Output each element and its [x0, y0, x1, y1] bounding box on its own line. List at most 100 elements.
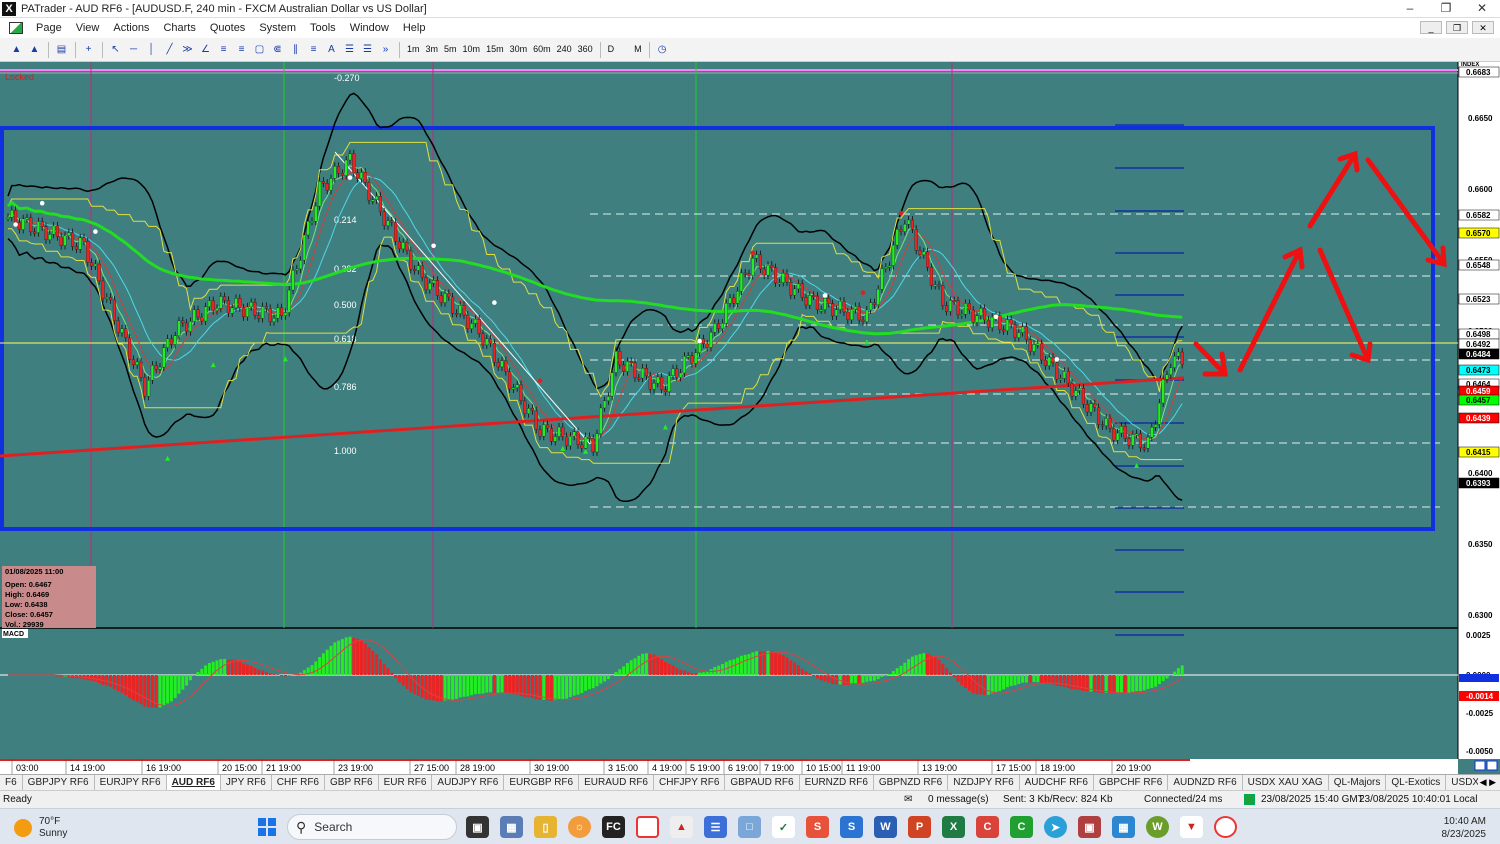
- tf-m[interactable]: M: [631, 41, 645, 58]
- tab-ql-majors[interactable]: QL-Majors: [1329, 775, 1387, 790]
- tab-eurnzd-rf6[interactable]: EURNZD RF6: [800, 775, 874, 790]
- remote-desktop-icon[interactable]: □: [738, 816, 761, 838]
- app-s-red-icon[interactable]: S: [806, 816, 829, 838]
- task-view-icon[interactable]: ▣: [466, 816, 489, 838]
- mail-icon[interactable]: ✉: [904, 794, 912, 805]
- system-clock[interactable]: 10:40 AM 8/23/2025: [1442, 815, 1487, 841]
- powerpoint-icon[interactable]: P: [908, 816, 931, 838]
- pointer-icon[interactable]: ↖: [107, 41, 124, 58]
- chrome2-icon[interactable]: [1214, 816, 1237, 838]
- menu-help[interactable]: Help: [396, 22, 433, 34]
- text-icon[interactable]: A: [323, 41, 340, 58]
- app-orange-icon[interactable]: ☼: [568, 816, 591, 838]
- gann-icon[interactable]: ∥: [287, 41, 304, 58]
- tf-30m[interactable]: 30m: [507, 41, 531, 58]
- menu-actions[interactable]: Actions: [106, 22, 156, 34]
- fib-ext-icon[interactable]: ≡: [233, 41, 250, 58]
- tab-nzdjpy-rf6[interactable]: NZDJPY RF6: [948, 775, 1020, 790]
- tab-gbpchf-rf6[interactable]: GBPCHF RF6: [1094, 775, 1169, 790]
- app-check-icon[interactable]: ✓: [772, 816, 795, 838]
- tf-5m[interactable]: 5m: [441, 41, 460, 58]
- pitchfork-icon[interactable]: ⋐: [269, 41, 286, 58]
- word-icon[interactable]: W: [874, 816, 897, 838]
- chart-area[interactable]: -0.270 0.214 0.382 0.500 0.618 0.786 1.000 Lock…: [0, 62, 1500, 774]
- tab-usdx-xau-xag[interactable]: USDX XAU XAG: [1243, 775, 1329, 790]
- menu-view[interactable]: View: [69, 22, 107, 34]
- clock-icon[interactable]: ◷: [654, 41, 671, 58]
- tab-eurgbp-rf6[interactable]: EURGBP RF6: [504, 775, 580, 790]
- tf-10m[interactable]: 10m: [460, 41, 484, 58]
- app-store-icon[interactable]: ▦: [1112, 816, 1135, 838]
- tf-3m[interactable]: 3m: [423, 41, 442, 58]
- tab-audnzd-rf6[interactable]: AUDNZD RF6: [1168, 775, 1243, 790]
- tab-f6[interactable]: F6: [0, 775, 23, 790]
- tab-eurjpy-rf6[interactable]: EURJPY RF6: [95, 775, 167, 790]
- tf-360[interactable]: 360: [575, 41, 596, 58]
- levels-icon[interactable]: ≡: [305, 41, 322, 58]
- tab-gbp-rf6[interactable]: GBP RF6: [325, 775, 379, 790]
- chrome-icon[interactable]: [636, 816, 659, 838]
- tab-audchf-rf6[interactable]: AUDCHF RF6: [1020, 775, 1094, 790]
- menu-quotes[interactable]: Quotes: [203, 22, 252, 34]
- notepad-icon[interactable]: ☰: [704, 816, 727, 838]
- menu-window[interactable]: Window: [343, 22, 396, 34]
- tf-d[interactable]: D: [605, 41, 618, 58]
- menu-system[interactable]: System: [252, 22, 303, 34]
- buy-sell-icon[interactable]: ▲: [8, 41, 25, 58]
- app-c-green-icon[interactable]: C: [1010, 816, 1033, 838]
- more-levels-icon[interactable]: ☰: [359, 41, 376, 58]
- tab-ql-exotics[interactable]: QL-Exotics: [1386, 775, 1447, 790]
- fan-icon[interactable]: ∠: [197, 41, 214, 58]
- tab-gbpjpy-rf6[interactable]: GBPJPY RF6: [23, 775, 95, 790]
- hline-icon[interactable]: ─: [125, 41, 142, 58]
- tf-1m[interactable]: 1m: [404, 41, 423, 58]
- fib-time-icon[interactable]: ☰: [341, 41, 358, 58]
- tab-chf-rf6[interactable]: CHF RF6: [272, 775, 325, 790]
- restore-icon[interactable]: ❐: [1428, 0, 1464, 18]
- price-chart[interactable]: -0.2700.2140.3820.5000.6180.7861.000Lock…: [0, 62, 1500, 774]
- tab-aud-rf6[interactable]: AUD RF6: [166, 775, 221, 790]
- app-fc-icon[interactable]: FC: [602, 816, 625, 838]
- order-icon[interactable]: ▲: [26, 41, 43, 58]
- app-bag-icon[interactable]: ▣: [1078, 816, 1101, 838]
- tab-audjpy-rf6[interactable]: AUDJPY RF6: [432, 775, 505, 790]
- mdi-close-icon[interactable]: ✕: [1472, 21, 1494, 34]
- excel-icon[interactable]: X: [942, 816, 965, 838]
- channel-icon[interactable]: ≫: [179, 41, 196, 58]
- app-v-icon[interactable]: ▼: [1180, 816, 1203, 838]
- tab-jpy-rf6[interactable]: JPY RF6: [221, 775, 272, 790]
- page-menu-icon[interactable]: [9, 22, 23, 34]
- tab-eur-rf6[interactable]: EUR RF6: [379, 775, 433, 790]
- windows-start-icon[interactable]: [258, 818, 276, 836]
- vline-icon[interactable]: │: [143, 41, 160, 58]
- tab-euraud-rf6[interactable]: EURAUD RF6: [579, 775, 654, 790]
- tf-15m[interactable]: 15m: [483, 41, 507, 58]
- taskbar-search[interactable]: ⚲ Search: [287, 814, 457, 840]
- mdi-minimize-icon[interactable]: _: [1420, 21, 1442, 34]
- minimize-icon[interactable]: –: [1392, 0, 1428, 18]
- overflow-icon[interactable]: »: [377, 41, 394, 58]
- menu-page[interactable]: Page: [29, 22, 69, 34]
- fib-icon[interactable]: ≡: [215, 41, 232, 58]
- close-icon[interactable]: ✕: [1464, 0, 1500, 18]
- tab-gbpaud-rf6[interactable]: GBPAUD RF6: [725, 775, 800, 790]
- app-c-red-icon[interactable]: C: [976, 816, 999, 838]
- tab-scroll-icon[interactable]: ◀ ▶: [1477, 775, 1498, 790]
- tf-240[interactable]: 240: [554, 41, 575, 58]
- app-s-blue-icon[interactable]: S: [840, 816, 863, 838]
- crosshair-icon[interactable]: +: [80, 41, 97, 58]
- trendline-icon[interactable]: ╱: [161, 41, 178, 58]
- calculator-icon[interactable]: ▦: [500, 816, 523, 838]
- chart-app-icon[interactable]: ▲: [670, 816, 693, 838]
- tab-chfjpy-rf6[interactable]: CHFJPY RF6: [654, 775, 726, 790]
- file-explorer-icon[interactable]: ▯: [534, 816, 557, 838]
- rectangle-icon[interactable]: ▢: [251, 41, 268, 58]
- app-w-icon[interactable]: W: [1146, 816, 1169, 838]
- tab-gbpnzd-rf6[interactable]: GBPNZD RF6: [874, 775, 949, 790]
- chart-icon[interactable]: ▤: [53, 41, 70, 58]
- menu-charts[interactable]: Charts: [156, 22, 202, 34]
- telegram-icon[interactable]: ➤: [1044, 816, 1067, 838]
- menu-tools[interactable]: Tools: [303, 22, 343, 34]
- mdi-restore-icon[interactable]: ❐: [1446, 21, 1468, 34]
- weather-widget[interactable]: 70°F Sunny: [14, 816, 67, 840]
